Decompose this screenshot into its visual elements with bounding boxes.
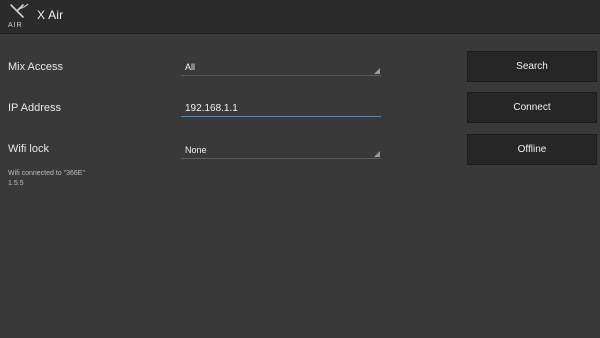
wifi-status-text: Wifi connected to "366E" bbox=[8, 170, 85, 177]
dropdown-arrow-icon bbox=[374, 68, 380, 74]
app-header: AIR X Air bbox=[0, 0, 600, 34]
connect-button[interactable]: Connect bbox=[467, 92, 597, 123]
search-button[interactable]: Search bbox=[467, 51, 597, 82]
ip-address-input[interactable] bbox=[181, 101, 381, 117]
x-air-logo-icon: AIR bbox=[8, 3, 29, 29]
wifi-lock-value: None bbox=[185, 145, 207, 155]
app-window: AIR X Air Mix Access All IP Address Wifi… bbox=[0, 0, 600, 338]
offline-button[interactable]: Offline bbox=[467, 134, 597, 165]
mix-access-dropdown[interactable]: All bbox=[181, 60, 381, 76]
svg-text:AIR: AIR bbox=[8, 22, 23, 29]
ip-address-label: IP Address bbox=[8, 102, 61, 114]
mix-access-value: All bbox=[185, 62, 196, 72]
wifi-lock-label: Wifi lock bbox=[8, 143, 49, 155]
app-title: X Air bbox=[37, 8, 64, 22]
version-text: 1.5.5 bbox=[8, 180, 24, 187]
dropdown-arrow-icon bbox=[374, 151, 380, 157]
wifi-lock-dropdown[interactable]: None bbox=[181, 143, 381, 159]
mix-access-label: Mix Access bbox=[8, 61, 64, 73]
